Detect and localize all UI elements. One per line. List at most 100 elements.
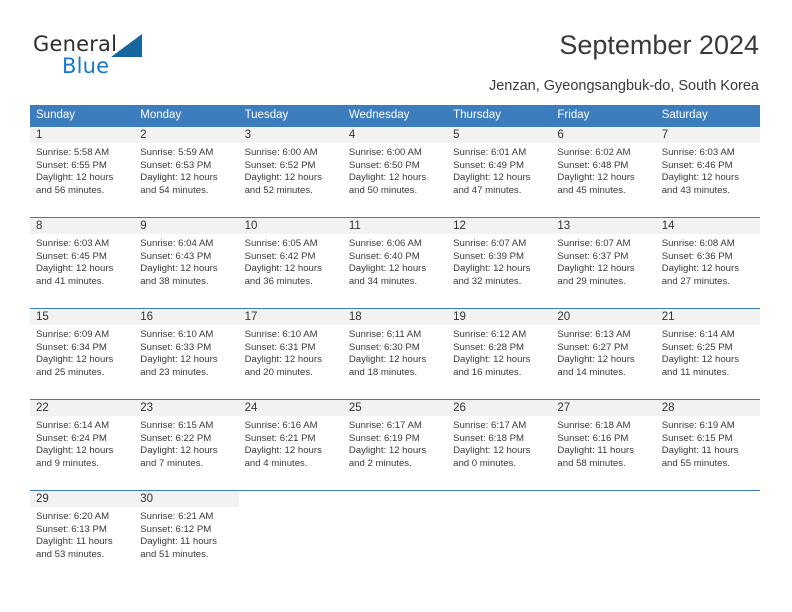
calendar-day-cell[interactable]: 15 Sunrise: 6:09 AM Sunset: 6:34 PM Dayligh… (30, 308, 135, 400)
sunrise-text: Sunrise: 6:11 AM (348, 329, 422, 340)
calendar-day-cell-empty (551, 490, 656, 581)
calendar-day-cell[interactable]: 18 Sunrise: 6:11 AM Sunset: 6:30 PM Dayligh… (342, 308, 448, 400)
sunset-text: Sunset: 6:31 PM (244, 341, 316, 353)
daylight-text: and 34 minutes. (348, 275, 418, 287)
calendar-day-cell[interactable]: 16 Sunrise: 6:10 AM Sunset: 6:33 PM Dayligh… (134, 308, 239, 400)
daylight-text: and 4 minutes. (244, 457, 308, 469)
calendar-day-cell[interactable]: 24 Sunrise: 6:16 AM Sunset: 6:21 PM Dayligh… (238, 399, 343, 491)
calendar-body: 1 Sunrise: 5:58 AM Sunset: 6:55 PM Daylight… (30, 126, 760, 581)
day-details: Sunrise: 6:17 AM Sunset: 6:19 PM Daylight:… (343, 416, 447, 470)
calendar-day-cell[interactable]: 6 Sunrise: 6:02 AM Sunset: 6:48 PM Daylight… (551, 126, 656, 218)
day-details: Sunrise: 6:18 AM Sunset: 6:16 PM Daylight:… (551, 416, 655, 470)
sunrise-text: Sunrise: 6:19 AM (661, 420, 735, 431)
page-header: General Blue September 2024 Jenzan, Gyeo… (0, 0, 792, 100)
calendar-day-cell[interactable]: 3 Sunrise: 6:00 AM Sunset: 6:52 PM Daylight… (238, 126, 343, 218)
day-number-band: 7 (655, 127, 760, 143)
sunrise-text: Sunrise: 6:20 AM (36, 511, 110, 522)
calendar-day-cell[interactable]: 17 Sunrise: 6:10 AM Sunset: 6:31 PM Dayligh… (238, 308, 343, 400)
daylight-text: and 58 minutes. (557, 457, 626, 469)
day-details: Sunrise: 6:15 AM Sunset: 6:22 PM Daylight:… (134, 416, 238, 470)
day-number: 24 (244, 402, 258, 414)
calendar-day-cell[interactable]: 11 Sunrise: 6:06 AM Sunset: 6:40 PM Dayligh… (342, 217, 448, 309)
calendar-day-cell[interactable]: 4 Sunrise: 6:00 AM Sunset: 6:50 PM Daylight… (342, 126, 448, 218)
calendar-day-cell[interactable]: 1 Sunrise: 5:58 AM Sunset: 6:55 PM Daylight… (30, 126, 135, 218)
calendar-day-cell[interactable]: 13 Sunrise: 6:07 AM Sunset: 6:37 PM Dayligh… (551, 217, 656, 309)
day-details: Sunrise: 6:14 AM Sunset: 6:24 PM Daylight:… (30, 416, 134, 470)
calendar-day-cell[interactable]: 8 Sunrise: 6:03 AM Sunset: 6:45 PM Daylight… (30, 217, 135, 309)
weekday-header-sunday: Sunday (30, 105, 135, 127)
sunset-text: Sunset: 6:46 PM (661, 159, 733, 171)
daylight-text: Daylight: 12 hours (140, 354, 218, 366)
calendar-day-cell[interactable]: 12 Sunrise: 6:07 AM Sunset: 6:39 PM Dayligh… (447, 217, 552, 309)
sunrise-text: Sunrise: 5:59 AM (140, 147, 214, 158)
sunrise-text: Sunrise: 6:03 AM (36, 238, 110, 249)
sunset-text: Sunset: 6:43 PM (140, 250, 212, 262)
day-number-band: 4 (342, 127, 448, 143)
sunrise-text: Sunrise: 6:02 AM (557, 147, 631, 158)
sunrise-text: Sunrise: 6:06 AM (348, 238, 422, 249)
sunset-text: Sunset: 6:18 PM (453, 432, 525, 444)
daylight-text: and 11 minutes. (661, 366, 730, 378)
sunrise-text: Sunrise: 6:00 AM (348, 147, 422, 158)
sunrise-text: Sunrise: 6:21 AM (140, 511, 214, 522)
daylight-text: and 47 minutes. (453, 184, 522, 196)
day-number: 12 (453, 220, 466, 232)
day-details: Sunrise: 6:00 AM Sunset: 6:52 PM Daylight:… (239, 143, 343, 197)
day-details (551, 507, 655, 511)
daylight-text: Daylight: 12 hours (661, 172, 740, 184)
sunset-text: Sunset: 6:12 PM (140, 523, 212, 535)
calendar-day-cell[interactable]: 20 Sunrise: 6:13 AM Sunset: 6:27 PM Dayligh… (551, 308, 656, 400)
day-number-band: 17 (238, 309, 343, 325)
calendar-day-cell[interactable]: 28 Sunrise: 6:19 AM Sunset: 6:15 PM Dayligh… (655, 399, 760, 491)
daylight-text: and 51 minutes. (140, 548, 209, 560)
day-details: Sunrise: 6:19 AM Sunset: 6:15 PM Daylight:… (656, 416, 760, 470)
calendar-day-cell[interactable]: 29 Sunrise: 6:20 AM Sunset: 6:13 PM Dayligh… (30, 490, 135, 581)
calendar-day-cell[interactable]: 26 Sunrise: 6:17 AM Sunset: 6:18 PM Dayligh… (447, 399, 552, 491)
weekday-header-row: Sunday Monday Tuesday Wednesday Thursday… (30, 105, 760, 127)
sunrise-text: Sunrise: 6:09 AM (36, 329, 110, 340)
daylight-text: and 16 minutes. (453, 366, 522, 378)
day-number: 14 (661, 220, 675, 232)
day-number-band: 6 (551, 127, 656, 143)
daylight-text: and 23 minutes. (140, 366, 209, 378)
calendar-day-cell[interactable]: 9 Sunrise: 6:04 AM Sunset: 6:43 PM Daylight… (134, 217, 239, 309)
day-number-band: 20 (551, 309, 656, 325)
calendar-day-cell[interactable]: 19 Sunrise: 6:12 AM Sunset: 6:28 PM Dayligh… (447, 308, 552, 400)
day-number: 29 (36, 493, 49, 505)
day-number-band: 12 (447, 218, 552, 234)
day-number-band: 24 (238, 400, 343, 416)
sunrise-text: Sunrise: 6:03 AM (661, 147, 735, 158)
day-details: Sunrise: 5:59 AM Sunset: 6:53 PM Daylight:… (134, 143, 238, 197)
day-details: Sunrise: 6:10 AM Sunset: 6:31 PM Daylight:… (239, 325, 343, 379)
daylight-text: and 41 minutes. (36, 275, 105, 287)
sunset-text: Sunset: 6:40 PM (348, 250, 420, 262)
calendar-day-cell[interactable]: 5 Sunrise: 6:01 AM Sunset: 6:49 PM Daylight… (447, 126, 552, 218)
day-number: 18 (348, 311, 362, 323)
daylight-text: Daylight: 12 hours (453, 445, 531, 457)
day-details: Sunrise: 6:10 AM Sunset: 6:33 PM Daylight:… (134, 325, 238, 379)
calendar-day-cell[interactable]: 27 Sunrise: 6:18 AM Sunset: 6:16 PM Dayligh… (551, 399, 656, 491)
day-number-band: 26 (447, 400, 552, 416)
calendar-day-cell[interactable]: 30 Sunrise: 6:21 AM Sunset: 6:12 PM Dayligh… (134, 490, 239, 581)
daylight-text: and 9 minutes. (36, 457, 99, 469)
calendar-day-cell[interactable]: 21 Sunrise: 6:14 AM Sunset: 6:25 PM Dayligh… (655, 308, 760, 400)
sunrise-text: Sunrise: 6:07 AM (453, 238, 527, 249)
calendar-day-cell[interactable]: 14 Sunrise: 6:08 AM Sunset: 6:36 PM Dayligh… (655, 217, 760, 309)
daylight-text: Daylight: 11 hours (557, 445, 635, 457)
day-number-band (238, 491, 343, 507)
day-number-band: 22 (30, 400, 135, 416)
calendar-day-cell[interactable]: 23 Sunrise: 6:15 AM Sunset: 6:22 PM Dayligh… (134, 399, 239, 491)
day-number: 30 (140, 493, 154, 505)
calendar-day-cell[interactable]: 22 Sunrise: 6:14 AM Sunset: 6:24 PM Dayligh… (30, 399, 135, 491)
daylight-text: Daylight: 12 hours (453, 263, 531, 275)
day-number: 6 (557, 129, 564, 141)
sunset-text: Sunset: 6:19 PM (348, 432, 420, 444)
calendar-day-cell-empty (238, 490, 343, 581)
sunset-text: Sunset: 6:24 PM (36, 432, 107, 444)
calendar-day-cell[interactable]: 10 Sunrise: 6:05 AM Sunset: 6:42 PM Dayligh… (238, 217, 343, 309)
sunset-text: Sunset: 6:30 PM (348, 341, 420, 353)
calendar-day-cell[interactable]: 2 Sunrise: 5:59 AM Sunset: 6:53 PM Daylight… (134, 126, 239, 218)
calendar-day-cell[interactable]: 25 Sunrise: 6:17 AM Sunset: 6:19 PM Dayligh… (342, 399, 448, 491)
day-number-band: 18 (342, 309, 448, 325)
calendar-day-cell[interactable]: 7 Sunrise: 6:03 AM Sunset: 6:46 PM Daylight… (655, 126, 760, 218)
